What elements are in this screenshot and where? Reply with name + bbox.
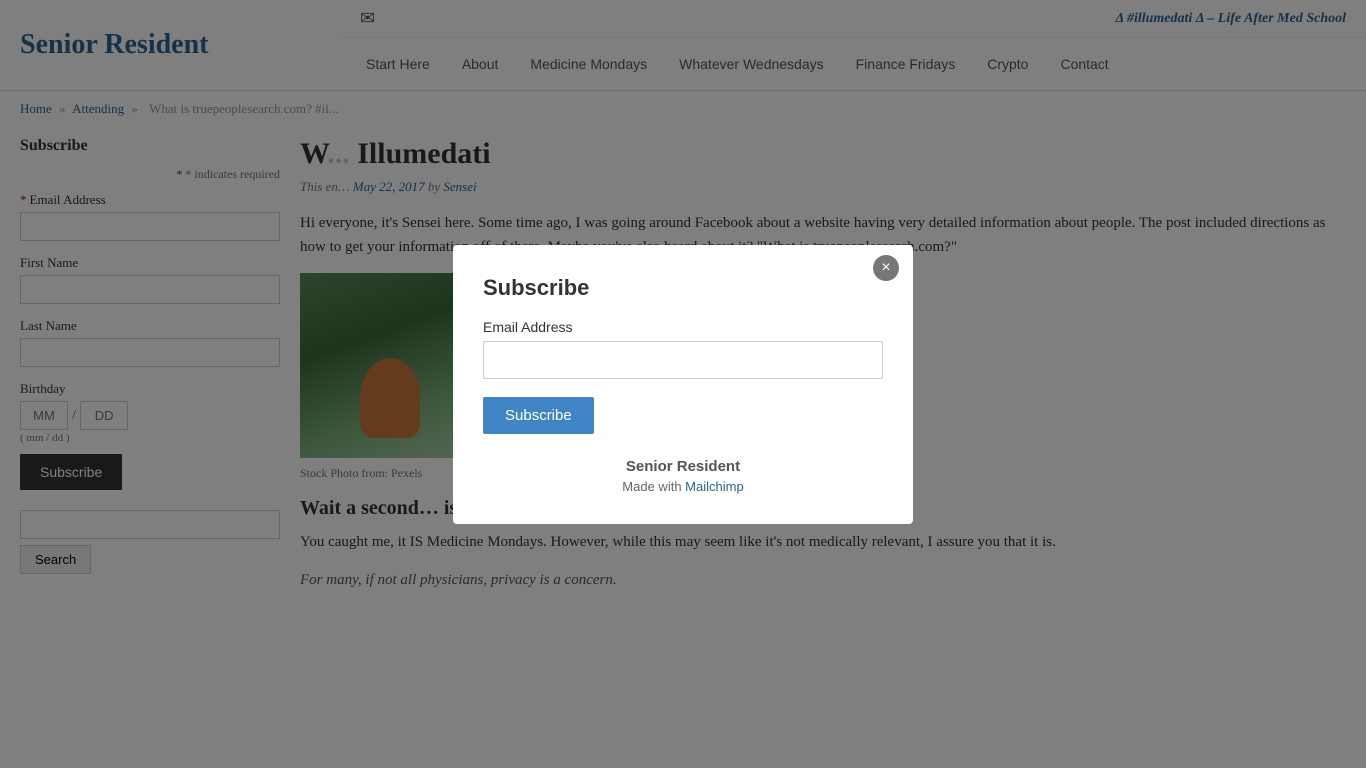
modal-close-button[interactable]: × — [873, 255, 899, 281]
modal-title: Subscribe — [483, 275, 883, 301]
modal-site-name: Senior Resident — [483, 458, 883, 475]
modal-subscribe-button[interactable]: Subscribe — [483, 397, 594, 434]
modal-email-label: Email Address — [483, 319, 883, 335]
subscribe-modal: × Subscribe Email Address Subscribe Seni… — [453, 245, 913, 524]
modal-overlay[interactable]: × Subscribe Email Address Subscribe Seni… — [0, 0, 1366, 768]
modal-made-with: Made with Mailchimp — [483, 479, 883, 494]
mailchimp-link[interactable]: Mailchimp — [685, 479, 744, 494]
modal-email-input[interactable] — [483, 341, 883, 379]
modal-footer: Senior Resident Made with Mailchimp — [483, 458, 883, 494]
